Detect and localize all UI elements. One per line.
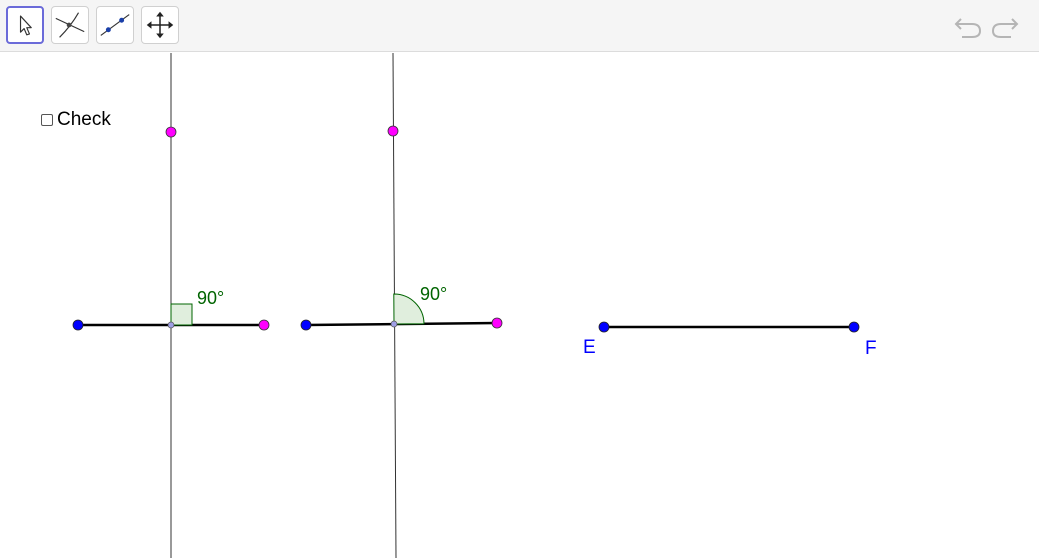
move-graphics-view-icon — [146, 11, 174, 39]
redo-button[interactable] — [989, 10, 1021, 42]
angle-label-1: 90° — [197, 288, 224, 308]
intersection-point-2[interactable] — [390, 320, 398, 328]
intersect-icon — [55, 12, 85, 38]
check-label[interactable]: Check — [57, 109, 111, 131]
intersect-tool-button[interactable] — [51, 6, 89, 44]
point-magenta-right-2[interactable] — [491, 317, 503, 329]
check-checkbox[interactable]: Check — [41, 109, 111, 131]
move-graphics-view-tool-button[interactable] — [141, 6, 179, 44]
point-magenta-top-1[interactable] — [165, 126, 177, 138]
checkbox-box[interactable] — [41, 114, 53, 126]
point-magenta-top-2[interactable] — [387, 125, 399, 137]
point-e[interactable] — [598, 321, 610, 333]
point-blue-left-1[interactable] — [72, 319, 84, 331]
undo-button[interactable] — [952, 10, 984, 42]
angle-label-2: 90° — [420, 284, 447, 304]
move-pointer-icon — [19, 15, 32, 36]
point-f-label: F — [865, 338, 877, 359]
intersection-point-1[interactable] — [167, 321, 175, 329]
redo-icon — [991, 18, 1019, 38]
toolbar — [0, 0, 1039, 52]
point-on-object-tool-button[interactable] — [96, 6, 134, 44]
graphics-view[interactable]: 90° 90° E F — [0, 53, 1039, 558]
undo-icon — [954, 18, 982, 38]
right-angle-marker-1 — [170, 303, 193, 326]
move-tool-button[interactable] — [6, 6, 44, 44]
point-e-label: E — [583, 337, 596, 358]
point-magenta-right-1[interactable] — [258, 319, 270, 331]
point-blue-left-2[interactable] — [300, 319, 312, 331]
point-f[interactable] — [848, 321, 860, 333]
point-on-object-icon — [100, 14, 130, 36]
